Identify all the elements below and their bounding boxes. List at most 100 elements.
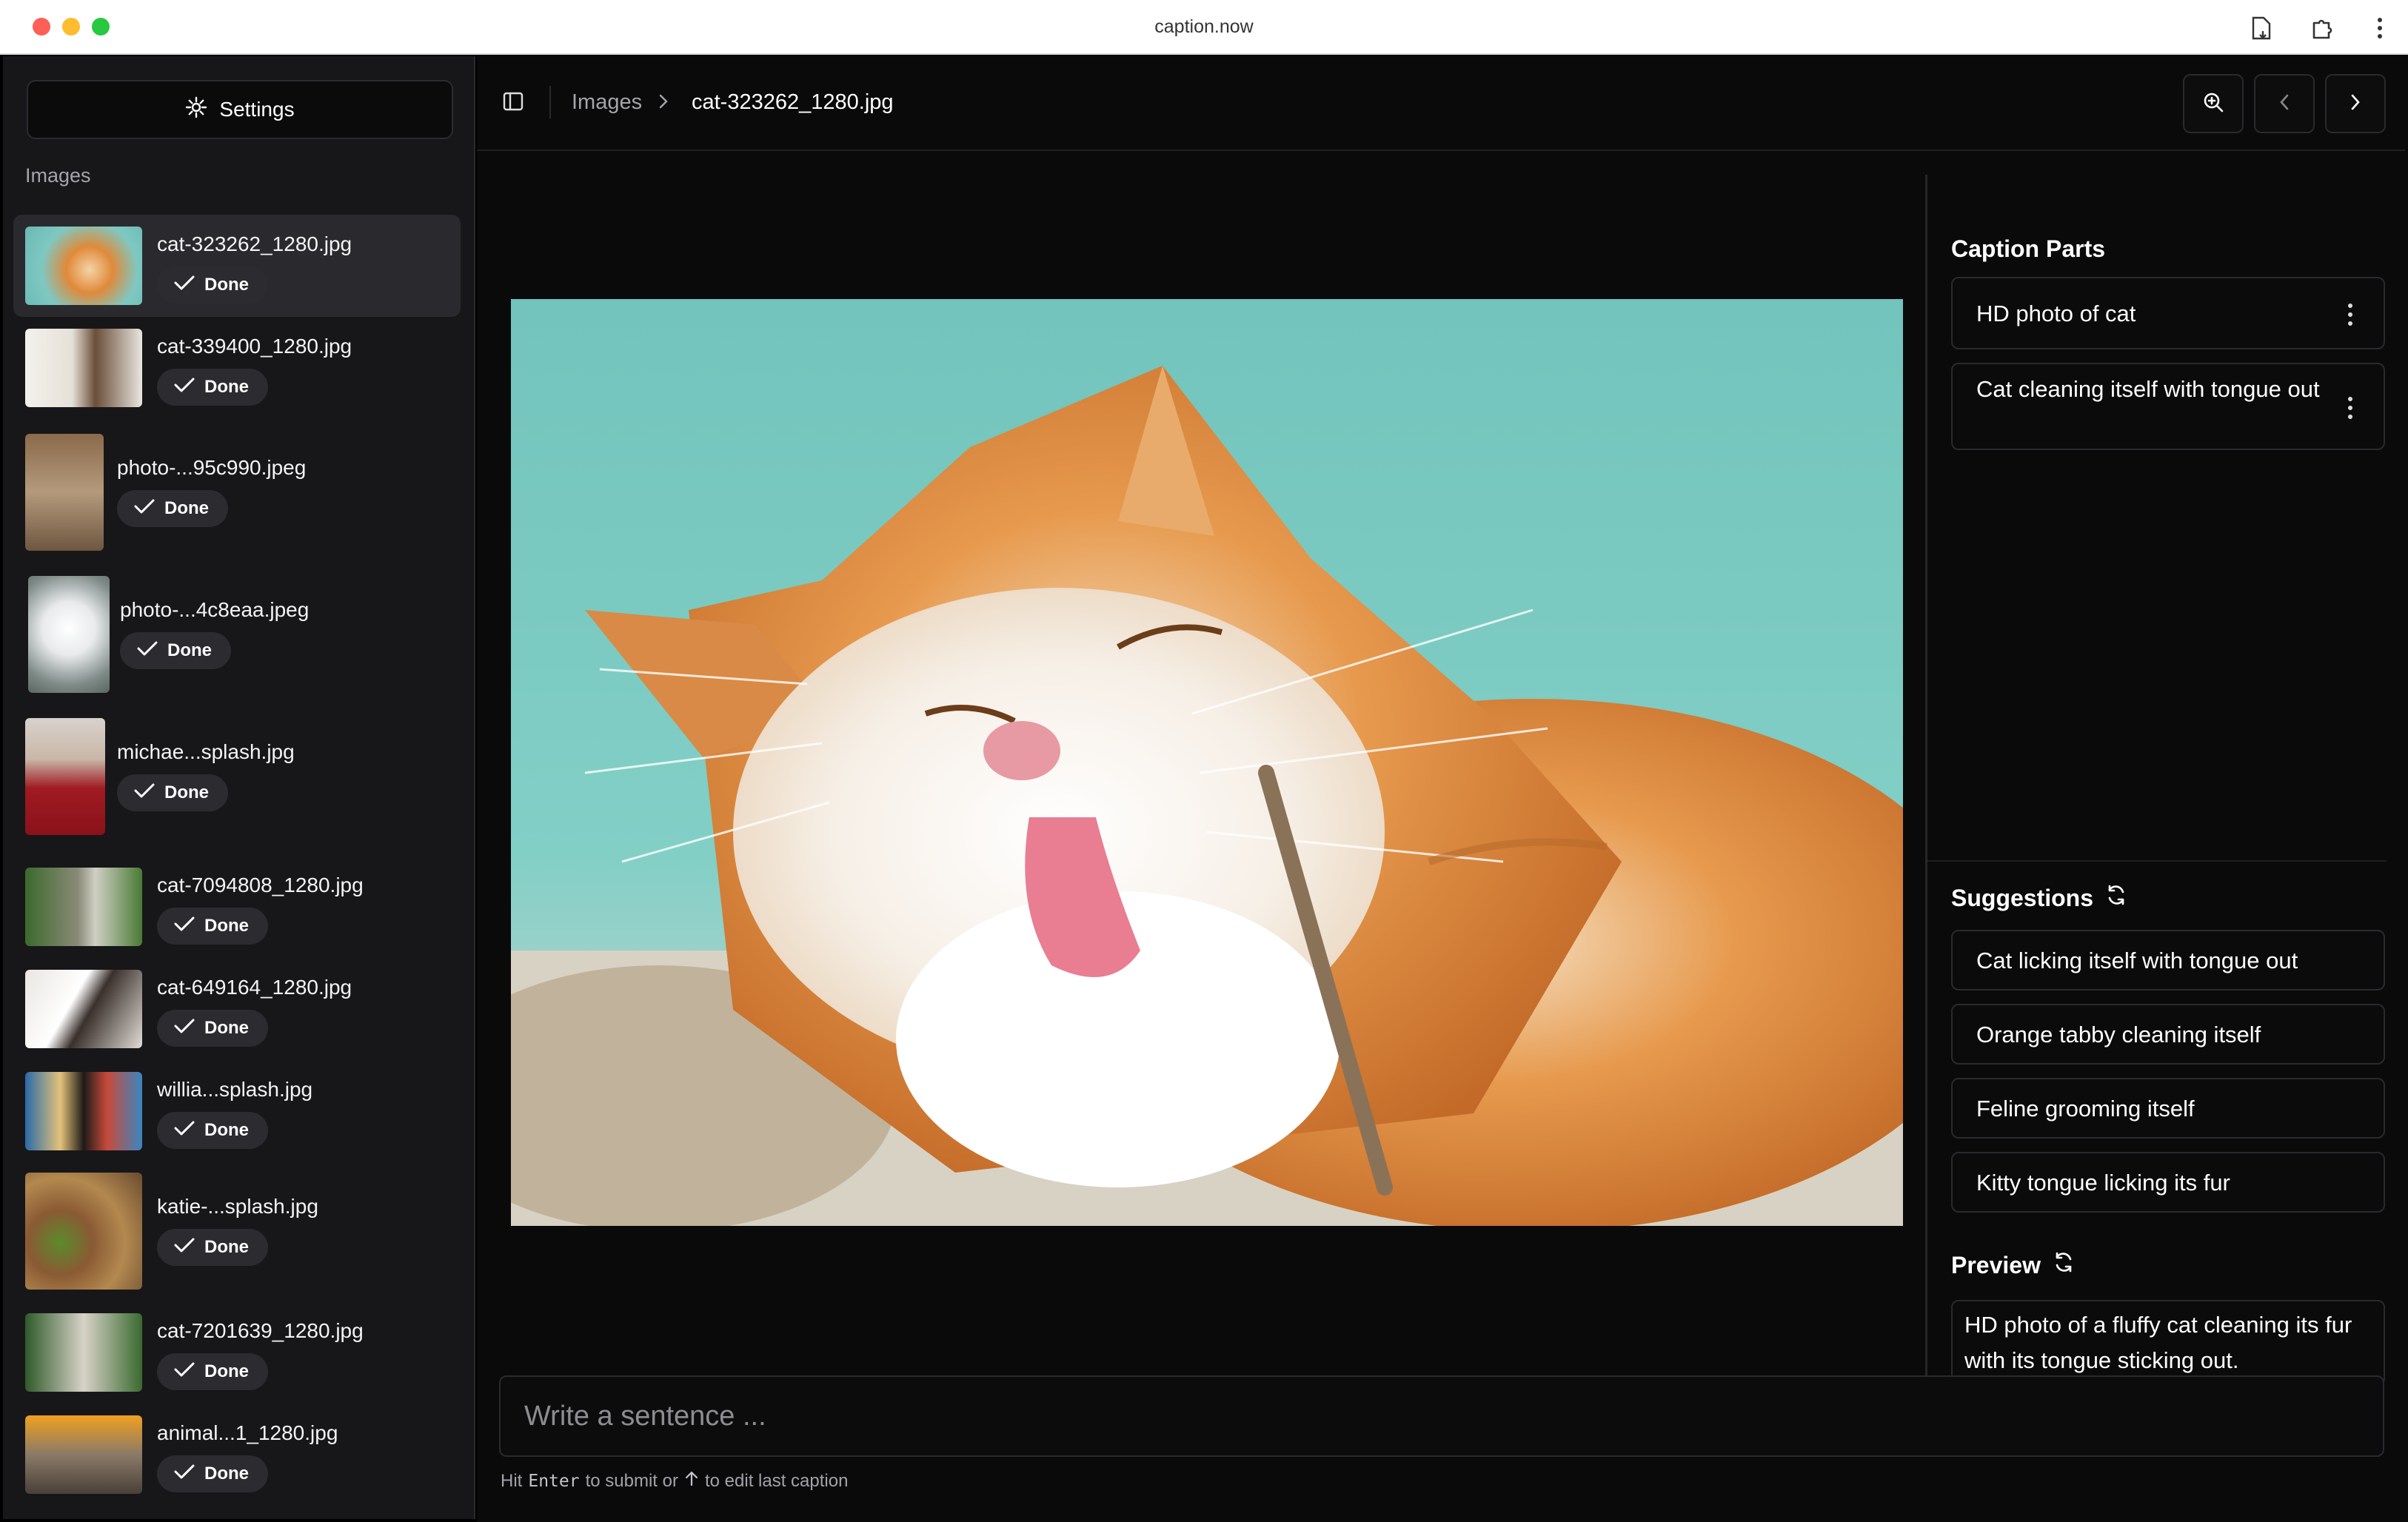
image-thumbnail [28,576,110,693]
enter-key-label: Enter [528,1471,580,1491]
suggestion-text: Feline grooming itself [1976,1096,2195,1122]
suggestion-text: Cat licking itself with tongue out [1976,948,2298,973]
zoom-in-icon [2201,90,2225,118]
image-list-item[interactable]: cat-339400_1280.jpg Done [13,317,461,419]
status-badge: Done [157,1010,268,1047]
suggestions-title: Suggestions [1951,884,2094,911]
next-image-button[interactable] [2325,74,2386,133]
extensions-icon[interactable] [2307,13,2337,43]
panel-divider [1927,860,2387,862]
status-label: Done [167,640,212,660]
image-thumbnail [25,434,104,551]
check-icon [173,274,195,297]
status-label: Done [204,1464,249,1484]
refresh-suggestions-icon[interactable] [2105,884,2127,912]
check-icon [173,1017,195,1040]
image-list-item[interactable]: cat-7201639_1280.jpg Done [13,1306,461,1408]
image-filename: cat-7094808_1280.jpg [157,874,364,896]
toolbar-divider [549,86,551,118]
caption-input-box[interactable] [499,1375,2384,1457]
suggestion-text: Kitty tongue licking its fur [1976,1170,2230,1196]
refresh-preview-icon[interactable] [2053,1251,2075,1279]
more-menu-icon[interactable] [2365,13,2395,43]
check-icon [173,376,195,399]
image-filename: animal...1_1280.jpg [157,1421,338,1444]
image-thumbnail [25,868,142,946]
sidebar: Settings Images cat-323262_1280.jpg Done… [3,56,475,1519]
input-hint: Hit Enter to submit or to edit last capt… [501,1470,848,1492]
image-list-item[interactable]: michae...splash.jpg Done [13,712,461,838]
suggestion-item[interactable]: Orange tabby cleaning itself [1951,1004,2385,1065]
image-filename: cat-7201639_1280.jpg [157,1319,364,1342]
settings-button[interactable]: Settings [27,80,453,139]
settings-label: Settings [219,98,295,121]
image-filename: cat-323262_1280.jpg [157,232,352,255]
check-icon [173,915,195,938]
images-heading: Images [25,164,91,187]
caption-side-panel: Caption Parts HD photo of cat Cat cleani… [1925,175,2387,1408]
preview-text: HD photo of a fluffy cat cleaning its fu… [1964,1312,2352,1373]
image-thumbnail [25,1173,142,1290]
more-options-icon[interactable] [2348,397,2354,419]
image-list-item[interactable]: willia...splash.jpg Done [13,1060,461,1162]
check-icon [133,782,155,805]
status-label: Done [204,1018,249,1038]
status-badge: Done [157,1455,268,1492]
status-badge: Done [157,266,268,304]
caption-part-item[interactable]: Cat cleaning itself with tongue out [1951,363,2385,450]
zoom-button[interactable] [2183,74,2244,133]
check-icon [173,1463,195,1486]
status-badge: Done [117,774,228,811]
more-options-icon[interactable] [2348,304,2354,326]
suggestion-item[interactable]: Feline grooming itself [1951,1078,2385,1139]
image-filename: willia...splash.jpg [157,1078,313,1101]
image-filename: katie-...splash.jpg [157,1195,318,1218]
caption-input[interactable] [524,1377,2361,1455]
status-label: Done [204,377,249,397]
caption-part-item[interactable]: HD photo of cat [1951,277,2385,349]
status-label: Done [164,782,209,802]
gear-icon [185,96,207,124]
status-badge: Done [157,1353,268,1390]
status-badge: Done [120,632,231,669]
image-list-item[interactable]: cat-649164_1280.jpg Done [13,958,461,1060]
check-icon [136,640,158,663]
image-list-item[interactable]: photo-...4c8eaa.jpeg Done [13,570,461,696]
hint-prefix: Hit [501,1470,523,1491]
status-label: Done [204,916,249,936]
breadcrumb-images-link[interactable]: Images [572,90,642,115]
image-filename: michae...splash.jpg [117,740,295,763]
image-thumbnail [25,718,105,835]
check-icon [133,497,155,520]
image-list-item[interactable]: animal...1_1280.jpg Done [13,1408,461,1510]
chevron-right-icon [2349,93,2362,115]
main-image [511,299,1903,1226]
image-list-item[interactable]: cat-7094808_1280.jpg Done [13,856,461,958]
status-label: Done [204,1361,249,1381]
suggestion-item[interactable]: Kitty tongue licking its fur [1951,1152,2385,1213]
suggestions-header: Suggestions [1951,884,2127,912]
image-thumbnail [25,329,142,407]
suggestion-text: Orange tabby cleaning itself [1976,1022,2261,1047]
image-thumbnail [25,227,142,305]
image-list-item[interactable]: katie-...splash.jpg Done [13,1167,461,1293]
sidebar-toggle-icon[interactable] [502,90,524,116]
window-title: caption.now [1154,16,1254,37]
breadcrumb-current: cat-323262_1280.jpg [692,90,894,114]
image-filename: cat-339400_1280.jpg [157,335,352,358]
image-filename: photo-...4c8eaa.jpeg [120,598,310,621]
check-icon [173,1119,195,1142]
status-badge: Done [157,1229,268,1266]
caption-part-text: HD photo of cat [1976,301,2136,326]
page-download-icon[interactable] [2247,13,2276,43]
main-panel: Images cat-323262_1280.jpg Caption Parts… [477,56,2408,1522]
check-icon [173,1236,195,1259]
image-list-item[interactable]: photo-...95c990.jpeg Done [13,428,461,554]
caption-parts-title: Caption Parts [1951,235,2106,262]
image-list-item[interactable]: cat-323262_1280.jpg Done [13,215,461,317]
status-badge: Done [157,1112,268,1149]
status-badge: Done [157,908,268,945]
suggestion-item[interactable]: Cat licking itself with tongue out [1951,930,2385,990]
previous-image-button[interactable] [2254,74,2315,133]
status-label: Done [164,498,209,518]
